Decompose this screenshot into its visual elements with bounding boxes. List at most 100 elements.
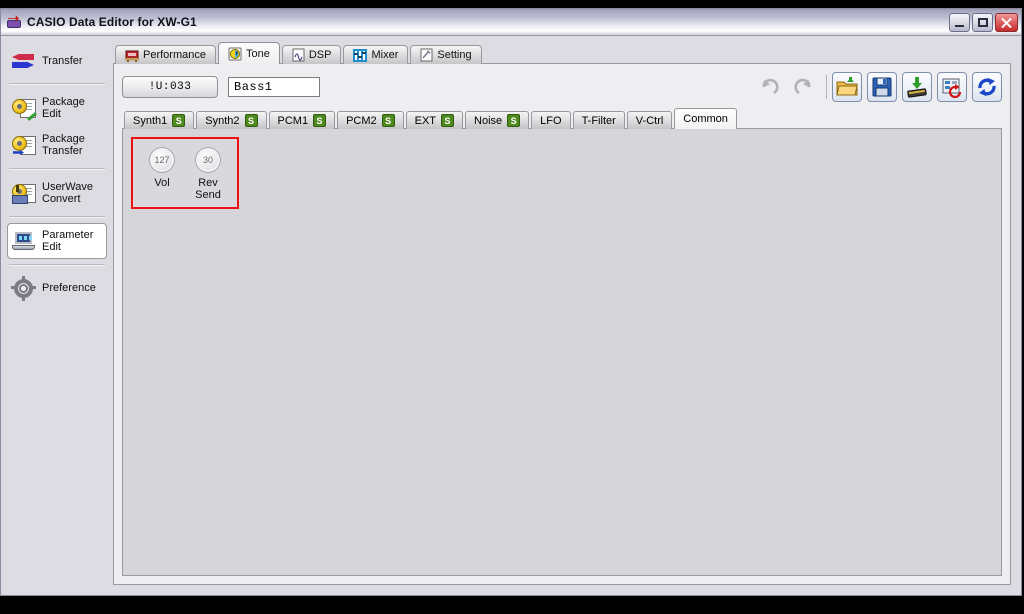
sidebar-item-package-edit[interactable]: Package Edit: [7, 90, 107, 126]
gear-icon: [11, 276, 36, 301]
download-chip-icon: [906, 76, 928, 98]
main-content: Performance Tone DSP Mixer Setting !U:03…: [113, 36, 1021, 595]
knob-vol[interactable]: 127 Vol: [143, 147, 181, 201]
tone-sub-tab-strip: Synth1 S Synth2 S PCM1 S PCM2 S EXT S No…: [122, 108, 1002, 129]
knob-rev-send[interactable]: 30 Rev Send: [189, 147, 227, 201]
sync-refresh-icon: [976, 76, 998, 98]
sidebar-item-label: Preference: [42, 282, 96, 294]
tab-mixer[interactable]: Mixer: [343, 45, 409, 64]
package-transfer-icon: [12, 134, 36, 156]
solo-badge[interactable]: S: [441, 114, 455, 127]
subtab-label: PCM1: [277, 114, 309, 127]
solo-badge[interactable]: S: [172, 114, 186, 127]
sidebar-item-parameter-edit[interactable]: Parameter Edit: [7, 223, 107, 259]
floppy-save-icon: [871, 76, 893, 98]
subtab-label: PCM2: [346, 114, 377, 127]
write-button[interactable]: [902, 72, 932, 102]
knob-dial[interactable]: 30: [195, 147, 221, 173]
knob-label: Rev Send: [195, 177, 221, 201]
subtab-t-filter[interactable]: T-Filter: [572, 111, 625, 129]
tab-label: Tone: [245, 47, 270, 60]
casio-transfer-icon: [6, 14, 22, 30]
maximize-button[interactable]: [972, 12, 993, 32]
solo-badge[interactable]: S: [313, 114, 327, 127]
tab-label: Mixer: [371, 49, 399, 61]
sidebar-item-userwave-convert[interactable]: UserWave Convert: [7, 175, 107, 211]
mixer-icon: [353, 48, 368, 62]
redo-icon: [793, 76, 815, 98]
tab-label: DSP: [308, 49, 332, 61]
sidebar-divider: [9, 83, 105, 85]
subtab-ext[interactable]: EXT S: [405, 111, 464, 129]
subtab-pcm2[interactable]: PCM2 S: [337, 111, 404, 129]
sidebar-item-label: Package Transfer: [42, 133, 85, 157]
subtab-label: EXT: [414, 114, 437, 127]
subtab-label: LFO: [540, 114, 562, 127]
tab-tone[interactable]: Tone: [217, 42, 280, 64]
tone-icon: [228, 47, 242, 60]
window-title: CASIO Data Editor for XW-G1: [27, 15, 197, 29]
sidebar-item-preference[interactable]: Preference: [7, 271, 107, 305]
subtab-noise[interactable]: Noise S: [465, 111, 530, 129]
tone-toolbar: !U:033 Bass1: [122, 72, 1002, 102]
minimize-button[interactable]: [949, 12, 970, 32]
subtab-common[interactable]: Common: [674, 108, 737, 129]
sidebar-item-label: Parameter Edit: [42, 229, 94, 253]
open-folder-icon: [836, 76, 858, 98]
solo-badge[interactable]: S: [507, 114, 521, 127]
sidebar-item-label: Package Edit: [42, 96, 85, 120]
common-knob-group: 127 Vol 30 Rev Send: [131, 137, 239, 209]
sync-button[interactable]: [972, 72, 1002, 102]
solo-badge[interactable]: S: [244, 114, 258, 127]
tone-name-input[interactable]: Bass1: [228, 77, 320, 97]
knob-label: Vol: [154, 177, 170, 189]
transfer-arrows-icon: [12, 50, 36, 72]
subtab-label: Noise: [474, 114, 503, 127]
dsp-icon: [292, 48, 305, 62]
knob-dial[interactable]: 127: [149, 147, 175, 173]
setting-icon: [420, 48, 433, 62]
subtab-label: Synth2: [205, 114, 240, 127]
tab-label: Performance: [143, 49, 206, 61]
userwave-convert-icon: [12, 182, 36, 204]
window-controls: [949, 12, 1018, 32]
package-edit-icon: [12, 97, 37, 121]
tab-performance[interactable]: Performance: [115, 45, 216, 64]
preset-number-button[interactable]: !U:033: [122, 76, 218, 98]
title-bar: CASIO Data Editor for XW-G1: [1, 9, 1021, 36]
sidebar-divider: [9, 216, 105, 218]
tone-panel: !U:033 Bass1 Synth1 S Synth2 S PCM1 S PC…: [113, 63, 1011, 585]
save-button[interactable]: [867, 72, 897, 102]
main-tab-strip: Performance Tone DSP Mixer Setting: [113, 42, 1011, 64]
redo-button[interactable]: [789, 72, 819, 102]
toolbar-divider: [826, 75, 827, 99]
tab-label: Setting: [437, 49, 472, 61]
undo-button[interactable]: [754, 72, 784, 102]
tab-dsp[interactable]: DSP: [281, 45, 342, 64]
parameter-edit-icon: [12, 230, 36, 252]
undo-icon: [758, 76, 780, 98]
solo-badge[interactable]: S: [381, 114, 395, 127]
window-body: Transfer Package Edit Package Transfer U…: [1, 36, 1021, 595]
subtab-synth1[interactable]: Synth1 S: [124, 111, 195, 129]
sidebar-divider: [9, 264, 105, 266]
tab-setting[interactable]: Setting: [410, 45, 482, 64]
sidebar-divider: [9, 168, 105, 170]
subtab-pcm1[interactable]: PCM1 S: [268, 111, 336, 129]
sidebar-item-transfer[interactable]: Transfer: [7, 44, 107, 78]
subtab-label: T-Filter: [581, 114, 616, 127]
sidebar-item-label: UserWave Convert: [42, 181, 93, 205]
open-button[interactable]: [832, 72, 862, 102]
subtab-label: Common: [683, 113, 728, 125]
close-button[interactable]: [995, 12, 1018, 32]
subtab-v-ctrl[interactable]: V-Ctrl: [626, 111, 673, 129]
initialize-button[interactable]: [937, 72, 967, 102]
subtab-label: Synth1: [133, 114, 168, 127]
sidebar-item-package-transfer[interactable]: Package Transfer: [7, 127, 107, 163]
performance-icon: [125, 50, 139, 62]
initialize-icon: [941, 76, 963, 99]
sidebar: Transfer Package Edit Package Transfer U…: [1, 36, 113, 595]
common-panel: 127 Vol 30 Rev Send: [122, 128, 1002, 576]
subtab-lfo[interactable]: LFO: [531, 111, 571, 129]
subtab-synth2[interactable]: Synth2 S: [196, 111, 267, 129]
